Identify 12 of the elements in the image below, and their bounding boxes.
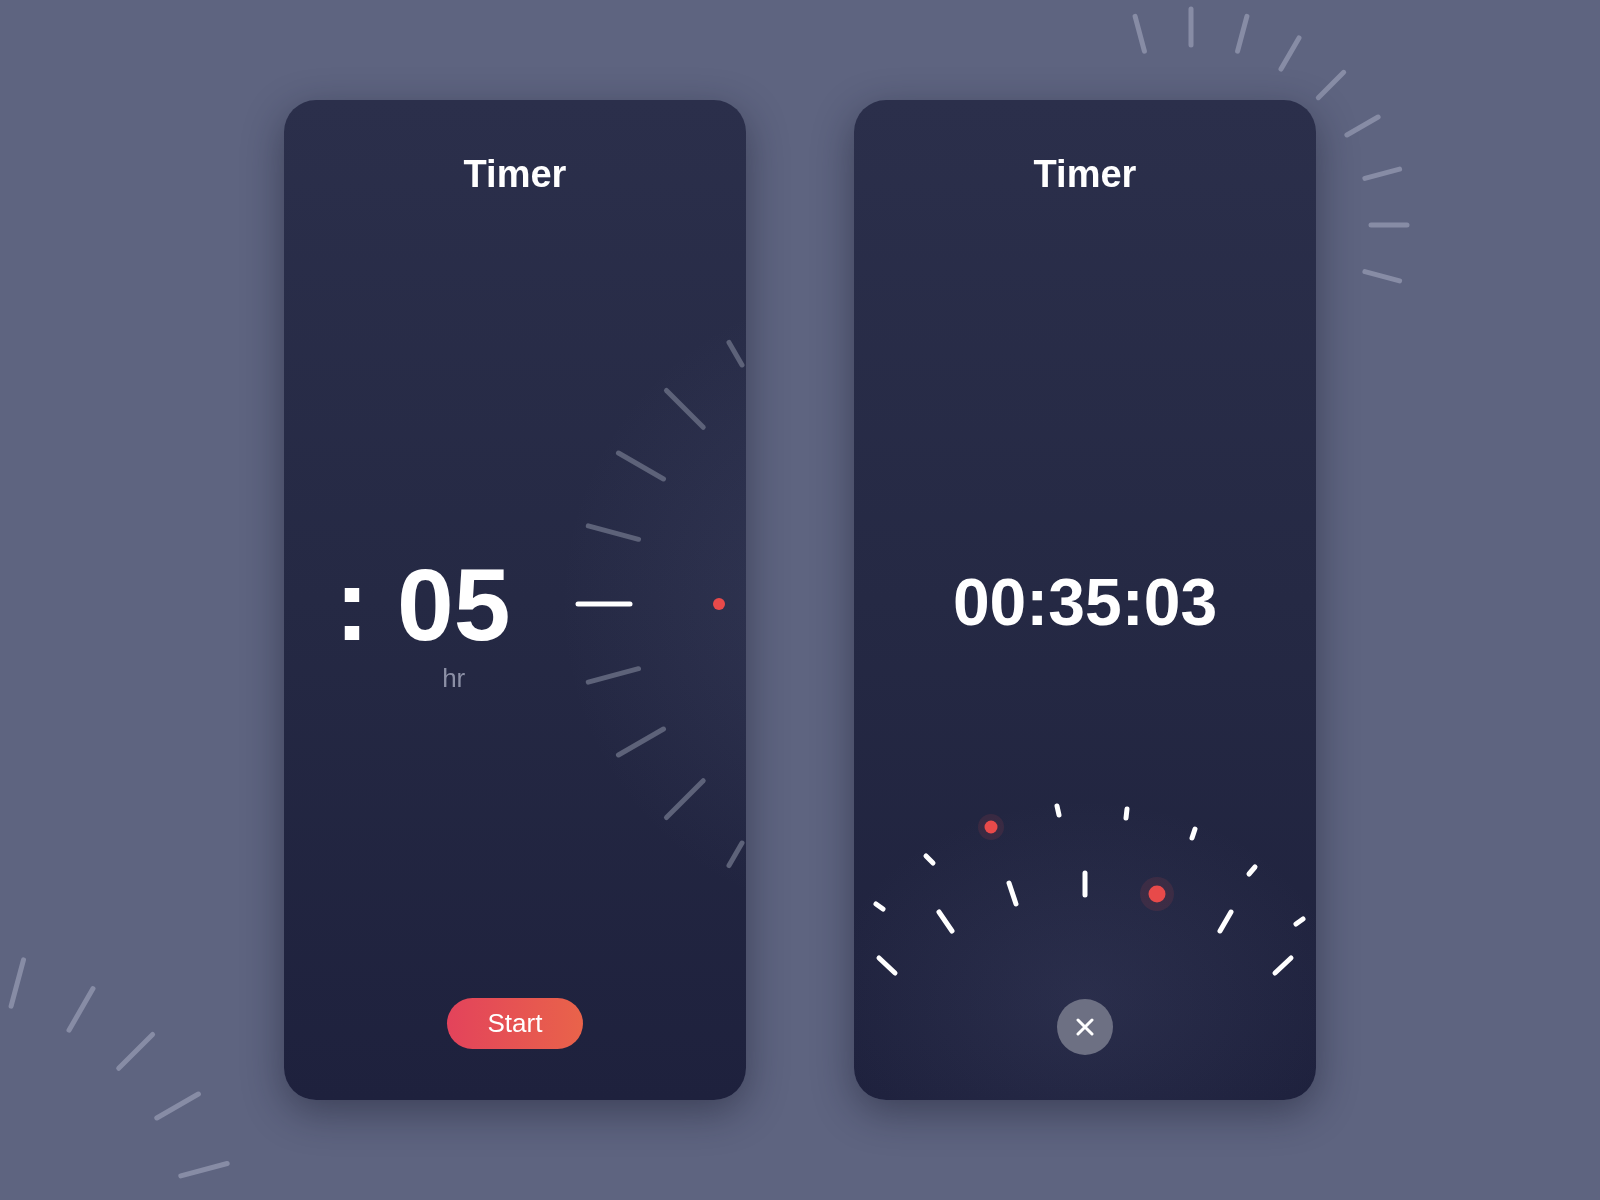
start-button[interactable]: Start (447, 998, 583, 1049)
close-button[interactable] (1057, 999, 1113, 1055)
time-value: 05 (396, 550, 511, 660)
dot-icon (978, 814, 1004, 840)
dot-icon (713, 598, 725, 610)
screen-title: Timer (463, 152, 567, 196)
close-icon (1076, 1018, 1094, 1036)
time-separator: : (335, 550, 369, 660)
screen-title: Timer (1033, 152, 1137, 196)
unit-label: hr (442, 663, 466, 693)
countdown-time: 00:35:03 (952, 564, 1218, 640)
dot-icon (1140, 877, 1174, 911)
